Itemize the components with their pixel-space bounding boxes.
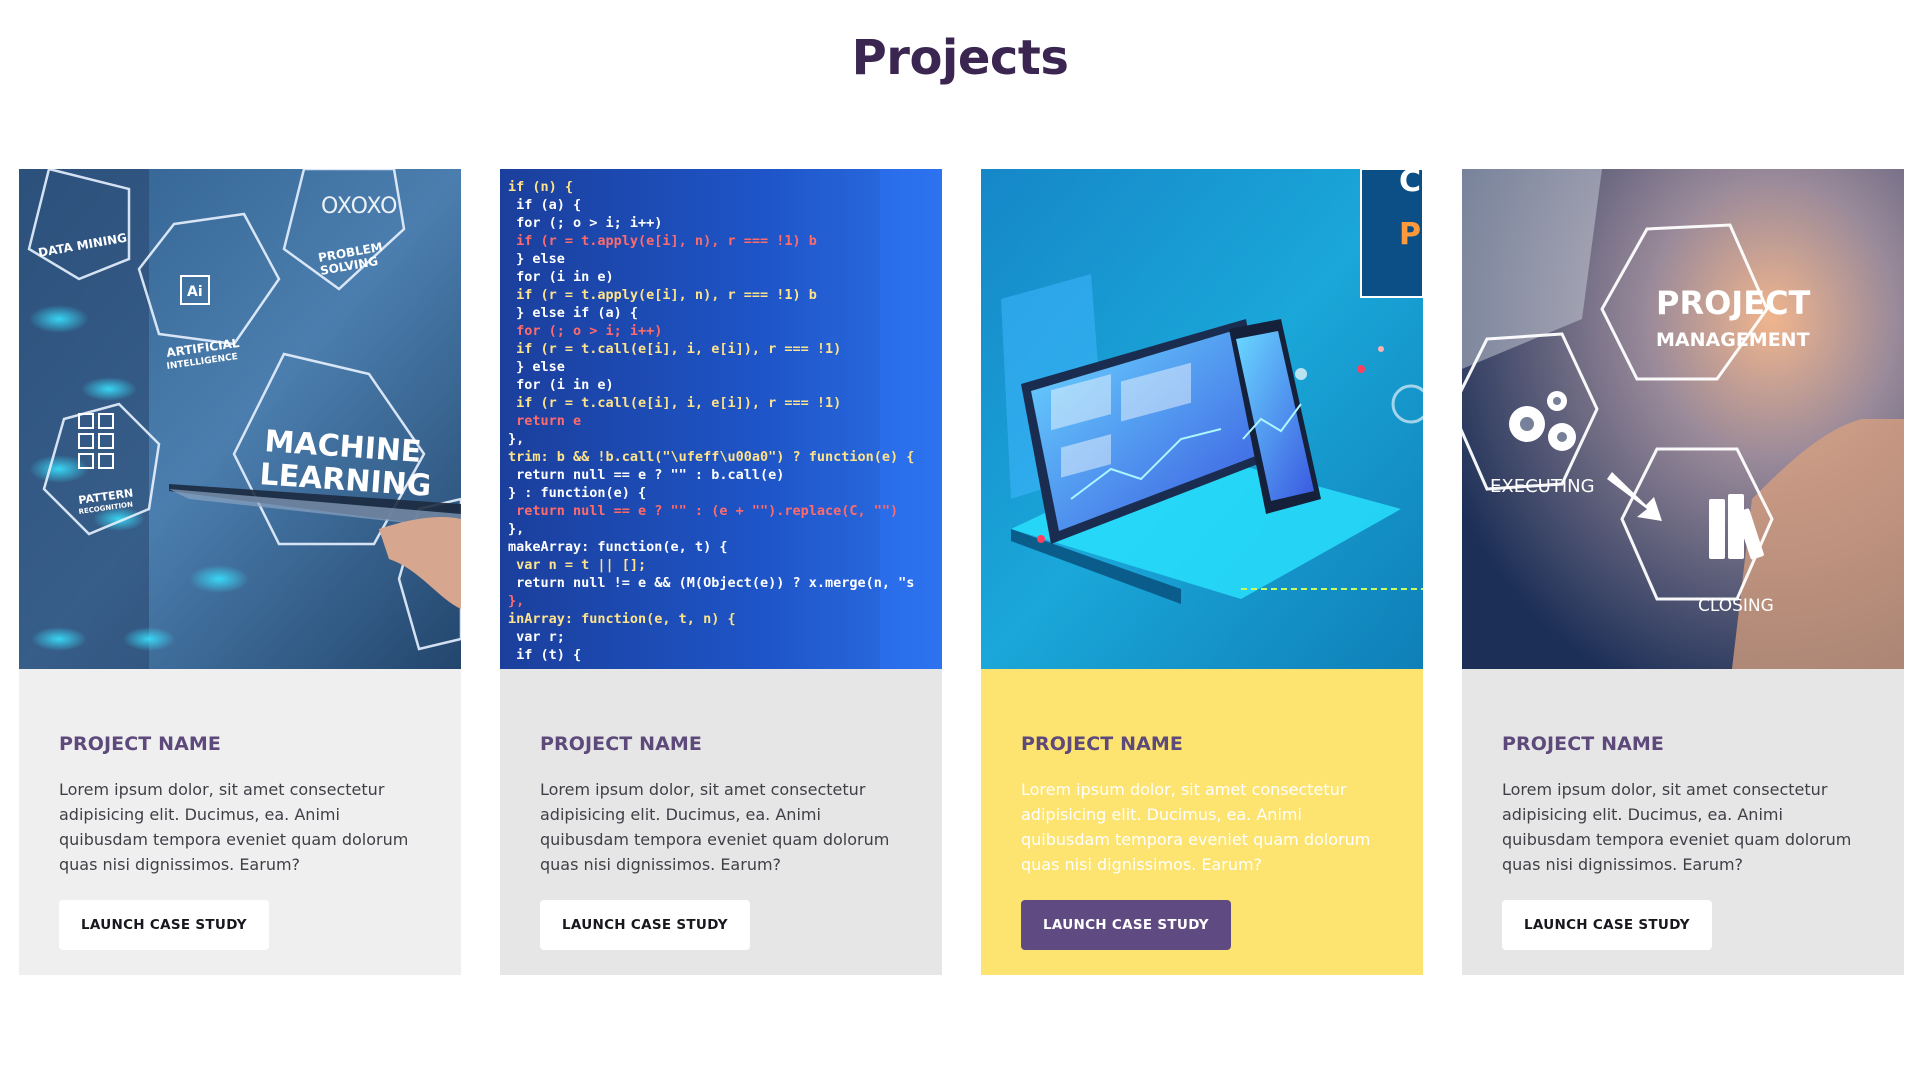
card-title: PROJECT NAME	[540, 733, 702, 755]
corner-letter-c: C	[1399, 169, 1421, 199]
code-line: var n = t || [];	[508, 557, 646, 573]
card-description: Lorem ipsum dolor, sit amet consectetur …	[540, 780, 890, 874]
project-card: if (n) { if (a) { for (; o > i; i++) if …	[500, 169, 942, 975]
code-line: if (a) {	[508, 197, 581, 213]
code-line: if (n) {	[508, 179, 573, 195]
closing-label: CLOSING	[1698, 596, 1774, 616]
launch-case-study-button[interactable]: LAUNCH CASE STUDY	[1021, 900, 1231, 950]
code-line: return e	[508, 413, 581, 429]
corner-letter-p: P	[1399, 217, 1421, 252]
project-card: C P PROJECT NAME Lorem ipsum dolor, sit …	[981, 169, 1423, 975]
code-line: for (i in e)	[508, 377, 614, 393]
ai-badge: Ai	[187, 284, 203, 300]
executing-label: EXECUTING	[1490, 476, 1595, 497]
code-line: } else	[508, 251, 565, 267]
management-label: MANAGEMENT	[1656, 329, 1810, 351]
code-line: if (r = t.call(e[i], i, e[i]), r === !1)	[508, 395, 841, 411]
card-description: Lorem ipsum dolor, sit amet consectetur …	[1502, 780, 1852, 874]
code-line: for (; o > i; i++)	[508, 323, 662, 339]
card-body: PROJECT NAME Lorem ipsum dolor, sit amet…	[59, 733, 427, 877]
code-line: return null == e ? "" : (e + "").replace…	[508, 503, 898, 519]
code-line: inArray: function(e, t, n) {	[508, 611, 736, 627]
code-line: for (i in e)	[508, 269, 614, 285]
project-card: DATA MINING Ai ARTIFICIAL INTELLIGENCE P…	[19, 169, 461, 975]
launch-case-study-button[interactable]: LAUNCH CASE STUDY	[1502, 900, 1712, 950]
card-title: PROJECT NAME	[1021, 733, 1183, 755]
launch-case-study-button[interactable]: LAUNCH CASE STUDY	[59, 900, 269, 950]
machine-learning-image: DATA MINING Ai ARTIFICIAL INTELLIGENCE P…	[19, 169, 461, 669]
responsive-devices-image: C P	[981, 169, 1423, 669]
code-line: if (r = t.apply(e[i], n), r === !1) b	[508, 233, 817, 249]
code-line: trim: b && !b.call("\ufeff\u00a0") ? fun…	[508, 449, 914, 465]
code-line: } else if (a) {	[508, 305, 638, 321]
card-title: PROJECT NAME	[1502, 733, 1664, 755]
code-line: },	[508, 431, 524, 447]
code-line: if (t) {	[508, 647, 581, 663]
code-line: for (; o > i; i++)	[508, 215, 662, 231]
card-description: Lorem ipsum dolor, sit amet consectetur …	[1021, 780, 1371, 874]
code-line: makeArray: function(e, t) {	[508, 539, 727, 555]
code-line: if (r = t.apply(e[i], n), r === !1) b	[508, 287, 817, 303]
card-body: PROJECT NAME Lorem ipsum dolor, sit amet…	[540, 733, 908, 877]
card-body: PROJECT NAME Lorem ipsum dolor, sit amet…	[1502, 733, 1870, 877]
project-management-image: PROJECT MANAGEMENT EXECUTING CLOSING	[1462, 169, 1904, 669]
code-line: },	[508, 521, 524, 537]
code-line: },	[508, 593, 524, 609]
code-line: return null == e ? "" : b.call(e)	[508, 467, 784, 483]
page-title: Projects	[851, 30, 1069, 86]
project-label: PROJECT	[1656, 284, 1811, 322]
card-body: PROJECT NAME Lorem ipsum dolor, sit amet…	[1021, 733, 1389, 877]
card-description: Lorem ipsum dolor, sit amet consectetur …	[59, 780, 409, 874]
code-line: } : function(e) {	[508, 485, 646, 501]
code-line: var r;	[508, 629, 565, 645]
projects-grid: DATA MINING Ai ARTIFICIAL INTELLIGENCE P…	[0, 169, 1920, 975]
code-line: return null != e && (M(Object(e)) ? x.me…	[508, 575, 914, 591]
launch-case-study-button[interactable]: LAUNCH CASE STUDY	[540, 900, 750, 950]
code-line: if (r = t.call(e[i], i, e[i]), r === !1)	[508, 341, 841, 357]
code-line: } else	[508, 359, 565, 375]
card-title: PROJECT NAME	[59, 733, 221, 755]
code-screen-image: if (n) { if (a) { for (; o > i; i++) if …	[500, 169, 942, 669]
project-card: PROJECT MANAGEMENT EXECUTING CLOSING PRO…	[1462, 169, 1904, 975]
svg-text:OXOXO: OXOXO	[321, 194, 397, 219]
